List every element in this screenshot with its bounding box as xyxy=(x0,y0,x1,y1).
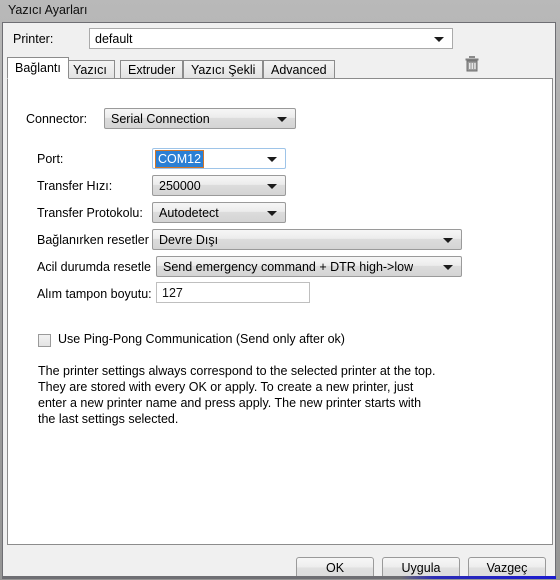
tab-extruder[interactable]: Extruder xyxy=(120,60,184,78)
transfer-speed-label: Transfer Hızı: xyxy=(37,179,113,193)
chevron-down-icon xyxy=(267,183,277,189)
connector-label: Connector: xyxy=(26,112,88,126)
port-label: Port: xyxy=(37,152,64,166)
chevron-down-icon xyxy=(267,210,277,216)
receive-buffer-input[interactable]: 127 xyxy=(156,282,310,303)
title-bar: Yazıcı Ayarları xyxy=(0,0,560,22)
dialog-body: Printer: default Bağlantı Yazıcı Extrude… xyxy=(2,22,556,579)
transfer-speed-combo[interactable]: 250000 xyxy=(152,175,286,196)
connector-combo-value: Serial Connection xyxy=(111,112,210,126)
tab-page-baglanti: Connector: Serial Connection Port: COM12… xyxy=(7,78,553,545)
pingpong-checkbox[interactable] xyxy=(38,334,51,347)
chevron-down-icon xyxy=(434,36,444,42)
emergency-reset-combo-value: Send emergency command + DTR high->low xyxy=(163,260,414,274)
emergency-reset-combo[interactable]: Send emergency command + DTR high->low xyxy=(156,256,462,277)
printer-combo[interactable]: default xyxy=(89,28,453,49)
chevron-down-icon xyxy=(267,156,277,162)
reset-on-connect-combo-value: Devre Dışı xyxy=(159,233,219,247)
window-title: Yazıcı Ayarları xyxy=(8,3,88,17)
transfer-speed-combo-value: 250000 xyxy=(159,179,201,193)
reset-on-connect-label: Bağlanırken resetler xyxy=(37,233,149,247)
emergency-reset-label: Acil durumda resetle xyxy=(37,260,151,274)
printer-label: Printer: xyxy=(13,32,54,46)
port-combo-value: COM12 xyxy=(154,150,205,168)
pingpong-label: Use Ping-Pong Communication (Send only a… xyxy=(58,332,345,346)
tab-advanced[interactable]: Advanced xyxy=(263,60,335,78)
tab-yazici-sekli[interactable]: Yazıcı Şekli xyxy=(183,60,264,78)
transfer-protocol-combo[interactable]: Autodetect xyxy=(152,202,286,223)
description-text: The printer settings always correspond t… xyxy=(38,364,436,426)
window-bottom-accent xyxy=(2,576,556,579)
reset-on-connect-combo[interactable]: Devre Dışı xyxy=(152,229,462,250)
receive-buffer-label: Alım tampon boyutu: xyxy=(37,287,152,301)
printer-settings-window: Yazıcı Ayarları Printer: default Bağlant… xyxy=(0,0,560,580)
tab-yazici[interactable]: Yazıcı xyxy=(65,60,115,78)
connector-combo[interactable]: Serial Connection xyxy=(104,108,296,129)
port-combo[interactable]: COM12 xyxy=(152,148,286,169)
printer-selection-row: Printer: default xyxy=(3,23,555,57)
tab-strip: Bağlantı Yazıcı Extruder Yazıcı Şekli Ad… xyxy=(7,57,553,79)
dialog-button-bar: OK Uygula Vazgeç xyxy=(3,547,555,579)
printer-combo-value: default xyxy=(95,32,133,46)
transfer-protocol-combo-value: Autodetect xyxy=(159,206,219,220)
chevron-down-icon xyxy=(443,264,453,270)
chevron-down-icon xyxy=(277,116,287,122)
transfer-protocol-label: Transfer Protokolu: xyxy=(37,206,143,220)
receive-buffer-value: 127 xyxy=(162,286,183,300)
tab-baglanti[interactable]: Bağlantı xyxy=(7,57,69,79)
chevron-down-icon xyxy=(443,237,453,243)
